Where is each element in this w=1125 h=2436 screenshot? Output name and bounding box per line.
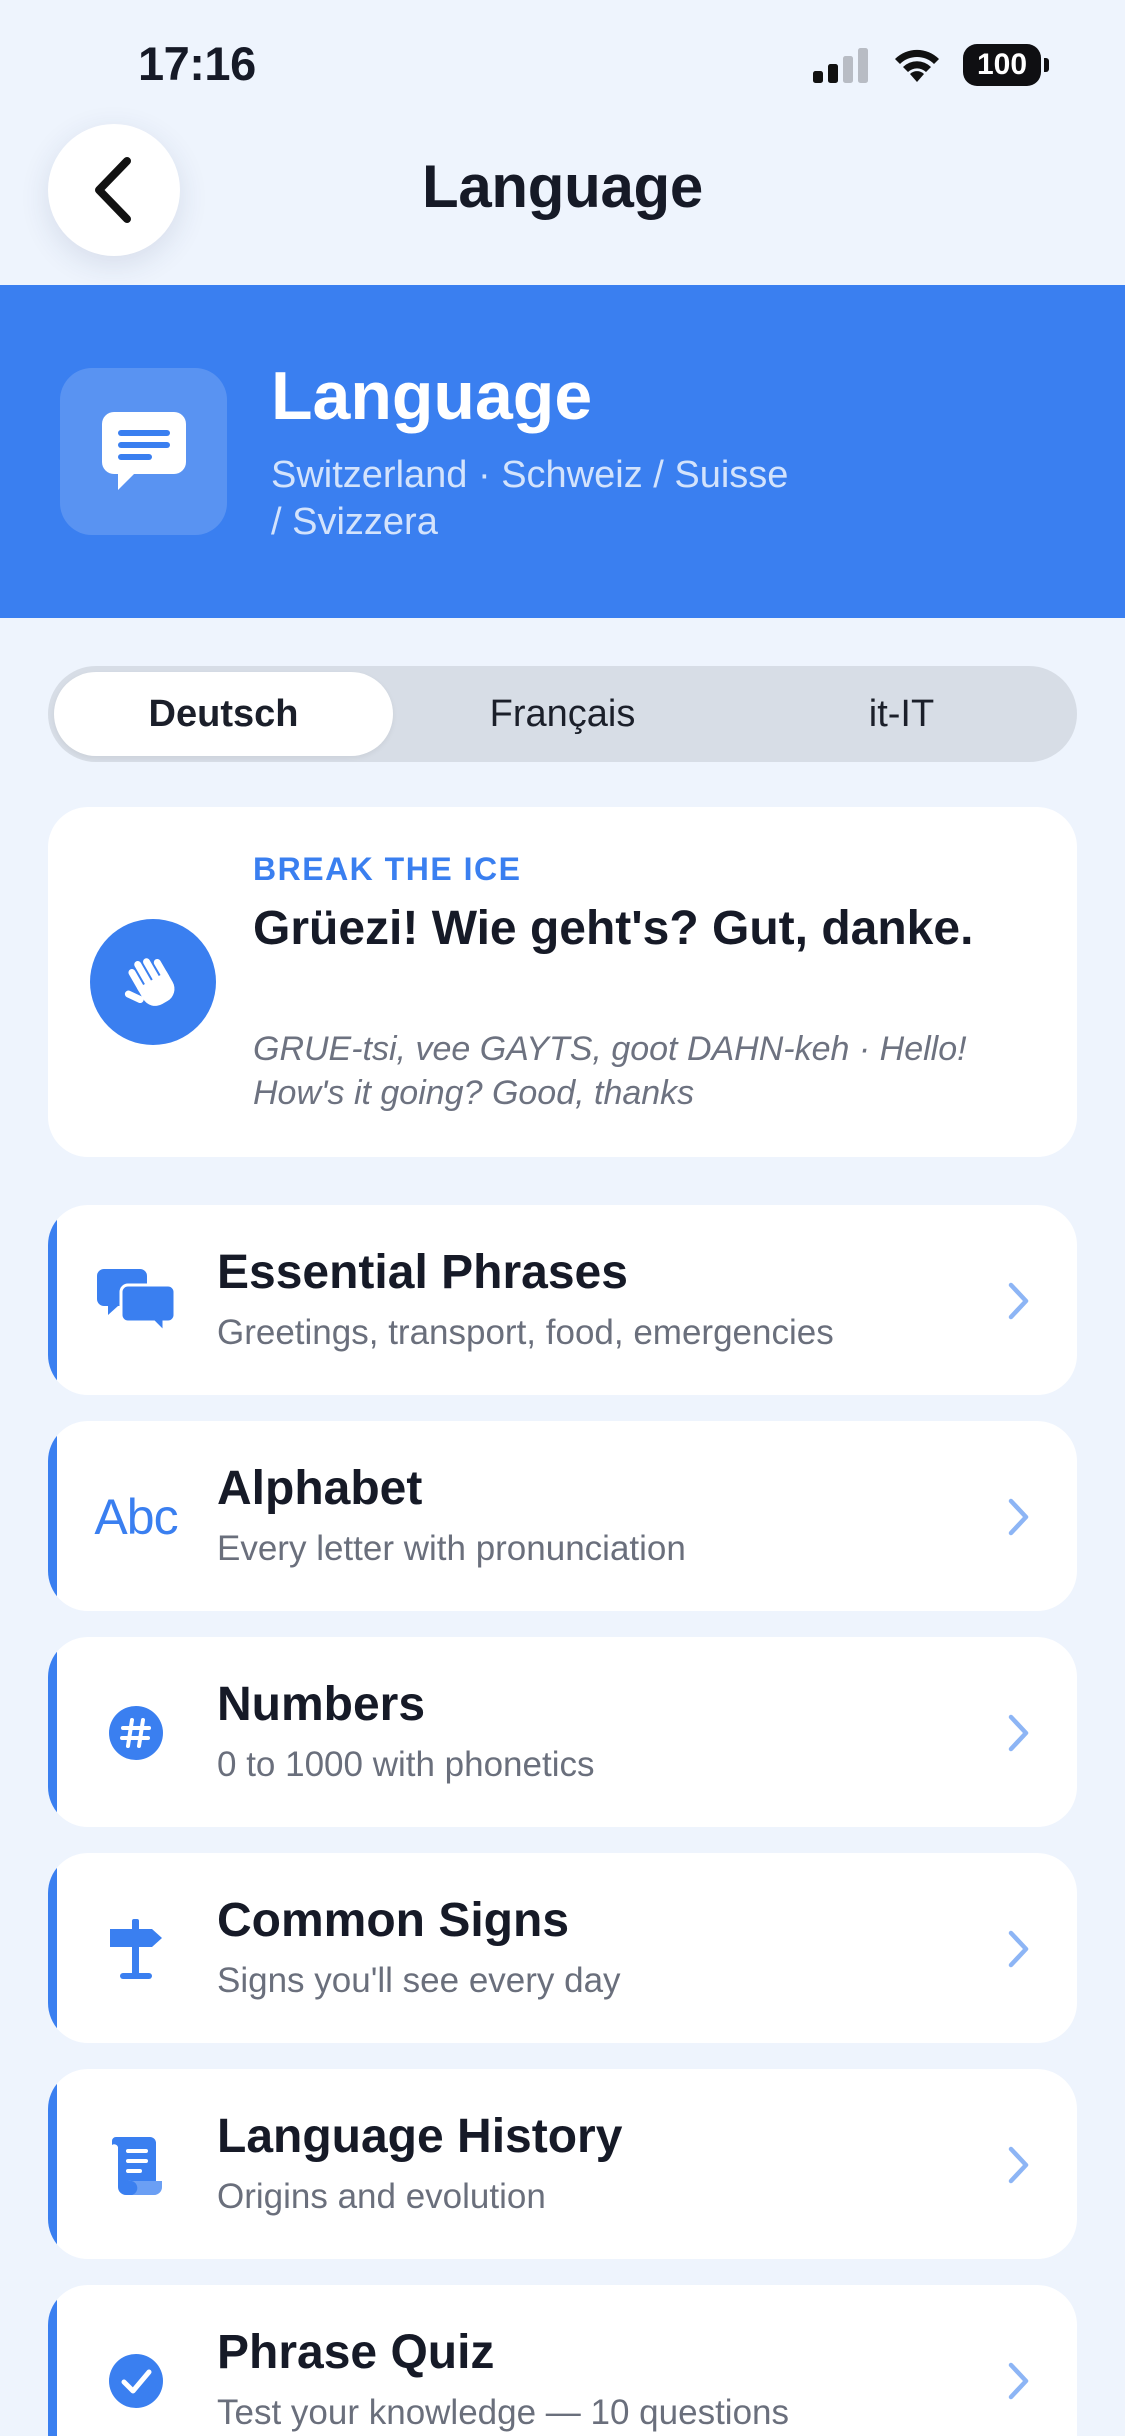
hero-title: Language [271, 358, 593, 434]
battery-level: 100 [976, 48, 1028, 81]
language-screen: 17:16 100 Language Language Switzerland … [0, 0, 1125, 2436]
chevron-right-icon [1001, 1497, 1037, 1537]
hero-subtitle: Switzerland · Schweiz / Suisse / Svizzer… [271, 454, 789, 543]
hero-banner: Language Switzerland · Schweiz / Suisse … [0, 285, 1125, 618]
ice-breaker-phrase: Grüezi! Wie geht's? Gut, danke. [253, 902, 974, 955]
chevron-right-icon [1001, 1929, 1037, 1969]
menu-item-title: Numbers [217, 1678, 426, 1731]
menu-icon-box [88, 1685, 184, 1781]
chevron-right-icon [1001, 2361, 1037, 2401]
menu-item-numbers[interactable]: Numbers 0 to 1000 with phonetics [48, 1637, 1077, 1827]
menu-item-alphabet[interactable]: Abc Alphabet Every letter with pronuncia… [48, 1421, 1077, 1611]
menu-item-language-history[interactable]: Language History Origins and evolution [48, 2069, 1077, 2259]
menu-item-subtitle: Origins and evolution [217, 2177, 546, 2216]
menu-item-subtitle: Test your knowledge — 10 questions [217, 2393, 789, 2432]
menu-icon-box [88, 2117, 184, 2213]
chevron-right-icon [1001, 2145, 1037, 2185]
chevron-right-icon [1001, 1713, 1037, 1753]
menu-item-title: Phrase Quiz [217, 2326, 495, 2379]
signpost-icon [110, 1919, 162, 1979]
menu-item-title: Language History [217, 2110, 623, 2163]
ice-breaker-label: BREAK THE ICE [253, 851, 522, 887]
ice-icon-circle [90, 919, 216, 1045]
speech-bubble-icon [101, 411, 186, 490]
menu-icon-box [88, 1901, 184, 1997]
menu-item-phrase-quiz[interactable]: Phrase Quiz Test your knowledge — 10 que… [48, 2285, 1077, 2436]
chevron-right-icon [1001, 1281, 1037, 1321]
menu-item-subtitle: Greetings, transport, food, emergencies [217, 1313, 834, 1352]
waving-hand-icon [124, 958, 175, 1006]
menu-item-common-signs[interactable]: Common Signs Signs you'll see every day [48, 1853, 1077, 2043]
page-title: Language [422, 153, 703, 220]
ice-breaker-card[interactable]: BREAK THE ICE Grüezi! Wie geht's? Gut, d… [48, 807, 1077, 1157]
menu-icon-box [88, 1253, 184, 1349]
menu-item-subtitle: 0 to 1000 with phonetics [217, 1745, 595, 1784]
tab-italian[interactable]: it-IT [732, 672, 1071, 756]
abc-icon: Abc [88, 1469, 184, 1565]
hero-icon-box [60, 368, 227, 535]
wifi-icon [895, 49, 939, 82]
number-sign-icon [109, 1706, 163, 1760]
menu-item-essential-phrases[interactable]: Essential Phrases Greetings, transport, … [48, 1205, 1077, 1395]
menu-item-subtitle: Every letter with pronunciation [217, 1529, 686, 1568]
abc-icon-text: Abc [94, 1489, 178, 1545]
menu-item-title: Common Signs [217, 1894, 570, 1947]
checkmark-circle-icon [109, 2354, 163, 2408]
menu-item-subtitle: Signs you'll see every day [217, 1961, 621, 2000]
cellular-signal-icon [813, 48, 868, 83]
ice-breaker-phonetic: GRUE-tsi, vee GAYTS, goot DAHN-keh · Hel… [253, 1030, 967, 1112]
menu-item-title: Alphabet [217, 1462, 423, 1515]
status-time: 17:16 [138, 37, 256, 90]
language-segmented-control: Deutsch Français it-IT [48, 666, 1077, 762]
tab-deutsch[interactable]: Deutsch [54, 672, 393, 756]
status-icons: 100 [813, 42, 1049, 88]
chat-bubbles-icon [97, 1269, 176, 1335]
battery-indicator: 100 [963, 44, 1049, 86]
menu-item-title: Essential Phrases [217, 1246, 628, 1299]
nav-bar: Language [0, 120, 1125, 285]
menu-icon-box [88, 2333, 184, 2429]
status-bar: 17:16 100 [0, 0, 1125, 130]
tab-francais[interactable]: Français [393, 672, 732, 756]
scroll-icon [112, 2137, 162, 2195]
